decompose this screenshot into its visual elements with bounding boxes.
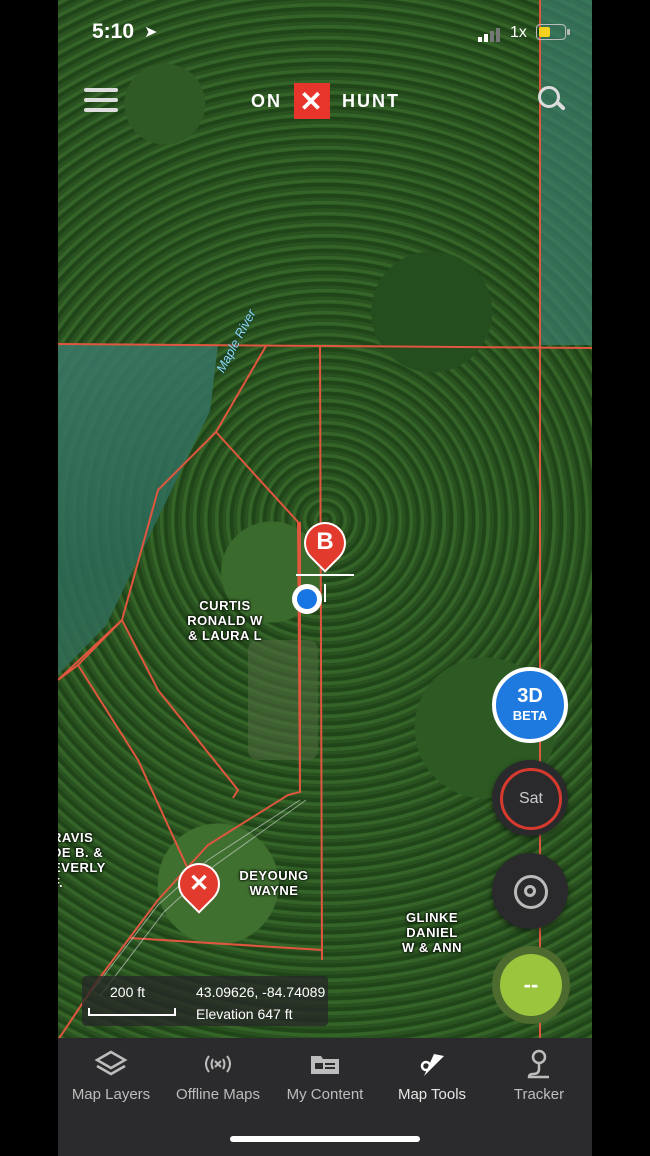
compass-icon xyxy=(514,875,548,909)
sat-label: Sat xyxy=(500,768,562,830)
top-bar: ON ✕ HUNT xyxy=(58,80,592,124)
offline-icon xyxy=(165,1046,271,1082)
coordinates-readout: 43.09626, -84.74089 xyxy=(196,984,326,1000)
scale-label: 200 ft xyxy=(110,984,146,1000)
3d-label: 3D xyxy=(517,685,543,707)
logo-text-right: HUNT xyxy=(342,90,400,111)
bookmark-pin[interactable]: B xyxy=(295,513,355,576)
clock: 5:10 xyxy=(92,20,135,43)
tab-my-content[interactable]: My Content xyxy=(272,1046,378,1103)
crosshair-horizontal xyxy=(296,574,354,576)
tab-label: Tracker xyxy=(513,1086,565,1103)
battery-fill xyxy=(539,27,550,37)
tab-label: Map Tools xyxy=(397,1086,467,1103)
home-indicator[interactable] xyxy=(230,1136,420,1142)
x-marker-pin[interactable]: ✕ xyxy=(169,854,229,917)
logo-mark: ✕ xyxy=(294,83,330,119)
battery-icon xyxy=(536,24,570,40)
tab-label: My Content xyxy=(286,1086,364,1103)
beta-label: BETA xyxy=(512,708,548,723)
pin-glyph: B xyxy=(316,528,334,555)
scale-bar xyxy=(88,1008,176,1016)
tab-map-layers[interactable]: Map Layers xyxy=(58,1046,164,1103)
compass-button[interactable] xyxy=(492,853,568,929)
signal-icon xyxy=(478,24,502,42)
tracker-value: -- xyxy=(500,954,562,1016)
pin-glyph: ✕ xyxy=(188,870,210,897)
parcel-owner-label[interactable]: CURTIS RONALD W & LAURA L xyxy=(186,598,264,643)
status-bar: 5:10 ➤ 1x xyxy=(58,0,592,64)
tab-label: Offline Maps xyxy=(176,1086,260,1103)
tab-offline-maps[interactable]: Offline Maps xyxy=(165,1046,271,1103)
3d-beta-button[interactable]: 3D BETA xyxy=(492,667,568,743)
tracker-icon xyxy=(486,1046,592,1082)
elevation-readout: Elevation 647 ft xyxy=(196,1006,293,1022)
tracker-status-button[interactable]: -- xyxy=(492,946,570,1024)
location-arrow-icon: ➤ xyxy=(144,24,158,41)
zoom-indicator: 1x xyxy=(510,24,527,41)
onx-hunt-logo: ON ✕ HUNT xyxy=(251,82,400,120)
tab-label: Map Layers xyxy=(71,1086,151,1103)
parcel-owner-label[interactable]: DEYOUNG WAYNE xyxy=(234,868,314,898)
hamburger-menu-icon[interactable] xyxy=(84,88,118,114)
parcel-owner-label[interactable]: RAVIS DE B. & EVERLY F. xyxy=(58,830,105,890)
app-screen: Maple River CURTIS RONALD W & LAURA L DE… xyxy=(58,0,592,1156)
folder-icon xyxy=(272,1046,378,1082)
logo-text-left: ON xyxy=(251,90,282,111)
tab-tracker[interactable]: Tracker xyxy=(486,1046,592,1103)
crosshair-vertical xyxy=(324,584,326,602)
satellite-map[interactable]: Maple River CURTIS RONALD W & LAURA L DE… xyxy=(58,0,592,1040)
map-info-panel: 200 ft 43.09626, -84.74089 Elevation 647… xyxy=(82,976,328,1026)
tools-icon xyxy=(379,1046,485,1082)
layers-icon xyxy=(58,1046,164,1082)
search-icon[interactable] xyxy=(538,86,566,114)
satellite-toggle-button[interactable]: Sat xyxy=(492,760,568,836)
parcel-owner-label[interactable]: GLINKE DANIEL W & ANN xyxy=(394,910,470,955)
current-location-dot[interactable] xyxy=(292,584,322,614)
tab-map-tools[interactable]: Map Tools xyxy=(379,1046,485,1103)
